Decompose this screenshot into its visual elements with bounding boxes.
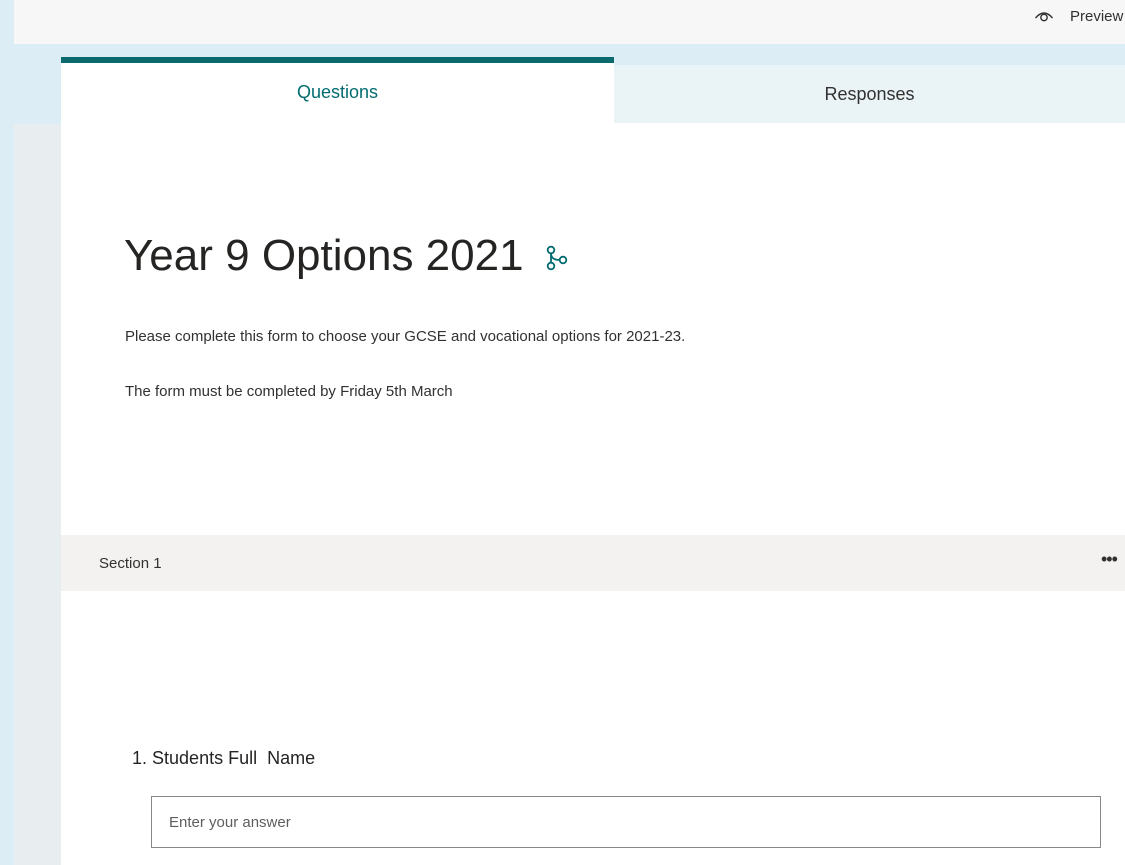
- question-number: 1.: [132, 748, 148, 768]
- top-bar: Preview: [14, 0, 1125, 44]
- question-title: 1. Students Full Name: [132, 748, 315, 769]
- question-text: Students Full Name: [152, 748, 316, 768]
- answer-input[interactable]: [151, 796, 1101, 848]
- section-header[interactable]: Section 1 •••: [61, 535, 1125, 591]
- branching-icon[interactable]: [546, 245, 568, 271]
- side-shadow: [14, 124, 61, 865]
- form-description-line-1: Please complete this form to choose your…: [125, 328, 686, 345]
- title-row: Year 9 Options 2021: [124, 231, 568, 281]
- preview-button[interactable]: Preview: [1034, 4, 1123, 28]
- form-card: Year 9 Options 2021 Please complete this…: [61, 123, 1125, 865]
- form-title[interactable]: Year 9 Options 2021: [124, 231, 524, 281]
- more-options-icon[interactable]: •••: [1101, 549, 1118, 570]
- tab-bar: Questions Responses: [61, 57, 1125, 123]
- form-description-line-2: The form must be completed by Friday 5th…: [125, 383, 453, 400]
- eye-icon: [1034, 12, 1054, 22]
- tab-responses[interactable]: Responses: [614, 65, 1125, 123]
- section-title: Section 1: [99, 555, 162, 572]
- tab-questions[interactable]: Questions: [61, 57, 614, 123]
- preview-label: Preview: [1070, 7, 1124, 25]
